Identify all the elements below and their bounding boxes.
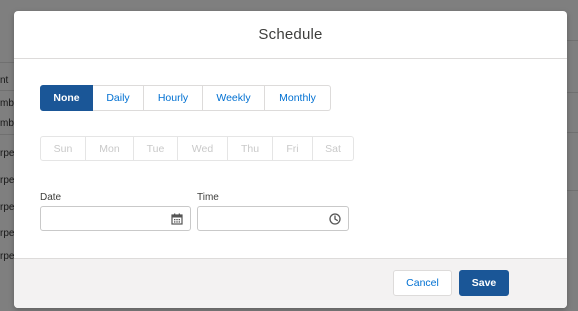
day-mon-button[interactable]: Mon <box>86 136 134 161</box>
modal-footer: Cancel Save <box>14 258 567 308</box>
day-thu-button[interactable]: Thu <box>228 136 273 161</box>
date-input[interactable] <box>40 206 191 231</box>
day-sat-button[interactable]: Sat <box>313 136 354 161</box>
day-fri-button[interactable]: Fri <box>273 136 313 161</box>
frequency-monthly-button[interactable]: Monthly <box>265 85 331 111</box>
clock-icon[interactable] <box>329 213 341 225</box>
save-button[interactable]: Save <box>459 270 509 296</box>
schedule-modal: Schedule None Daily Hourly Weekly Monthl… <box>14 11 567 308</box>
day-tue-button[interactable]: Tue <box>134 136 178 161</box>
time-label: Time <box>197 192 219 203</box>
time-input[interactable] <box>197 206 349 231</box>
frequency-none-button[interactable]: None <box>40 85 93 111</box>
weekday-button-group: Sun Mon Tue Wed Thu Fri Sat <box>40 136 354 161</box>
day-wed-button[interactable]: Wed <box>178 136 228 161</box>
date-label: Date <box>40 192 62 203</box>
cancel-button[interactable]: Cancel <box>393 270 452 296</box>
frequency-daily-button[interactable]: Daily <box>93 85 144 111</box>
frequency-button-group: None Daily Hourly Weekly Monthly <box>40 85 331 111</box>
modal-title: Schedule <box>258 26 323 43</box>
day-sun-button[interactable]: Sun <box>40 136 86 161</box>
frequency-hourly-button[interactable]: Hourly <box>144 85 203 111</box>
frequency-weekly-button[interactable]: Weekly <box>203 85 265 111</box>
calendar-icon[interactable] <box>171 213 183 225</box>
modal-header: Schedule <box>14 11 567 59</box>
